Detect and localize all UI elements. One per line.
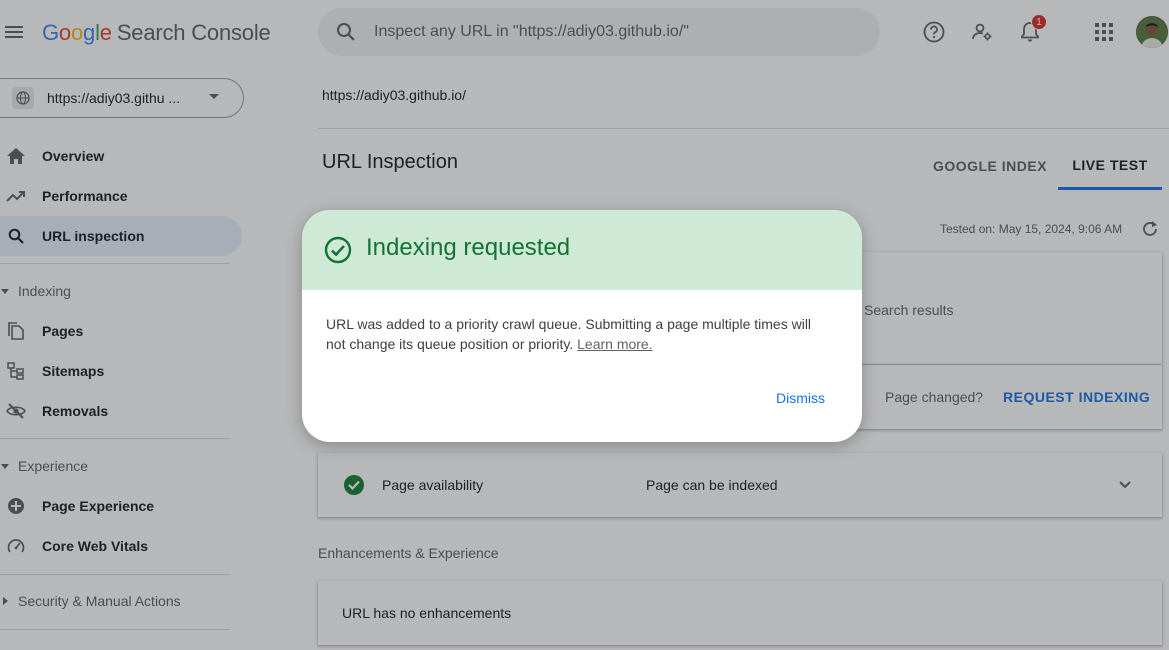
- indexing-requested-dialog: Indexing requested URL was added to a pr…: [302, 210, 862, 442]
- dismiss-button[interactable]: Dismiss: [776, 390, 825, 406]
- learn-more-link[interactable]: Learn more.: [577, 336, 652, 352]
- dialog-title: Indexing requested: [366, 234, 571, 261]
- dialog-body: URL was added to a priority crawl queue.…: [326, 314, 826, 354]
- dialog-header: Indexing requested: [302, 210, 862, 290]
- check-circle-outline-icon: [324, 236, 352, 269]
- dialog-message: URL was added to a priority crawl queue.…: [326, 316, 812, 352]
